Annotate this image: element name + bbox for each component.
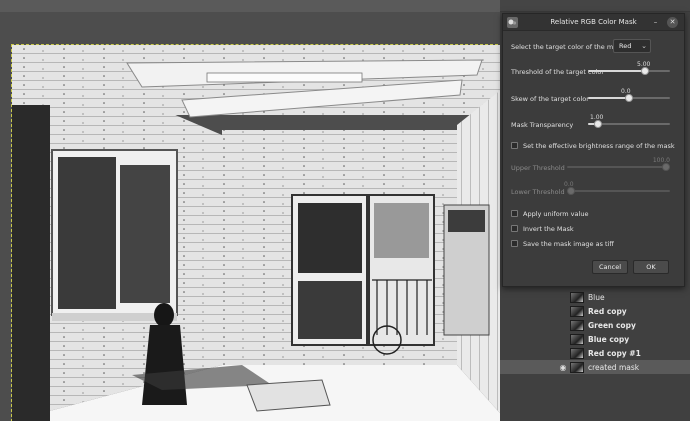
layer-row[interactable]: Blue copy	[500, 332, 690, 346]
lower-threshold-label: Lower Threshold	[511, 188, 565, 196]
layer-name: Green copy	[588, 320, 636, 330]
close-icon[interactable]: ✕	[667, 17, 678, 28]
layer-name: created mask	[588, 362, 640, 372]
save-tiff-label: Save the mask image as tiff	[523, 240, 614, 248]
layer-thumbnail	[570, 319, 584, 331]
canvas-area[interactable]	[0, 12, 508, 421]
eye-icon[interactable]: ◉	[556, 363, 570, 372]
layer-row[interactable]: Red copy	[500, 304, 690, 318]
skew-slider[interactable]: 0.0	[588, 88, 670, 102]
layer-name: Red copy	[588, 306, 627, 316]
invert-mask-checkbox[interactable]	[511, 225, 518, 232]
threshold-slider-handle[interactable]	[641, 67, 649, 75]
dialog-titlebar[interactable]: Relative RGB Color Mask – ✕	[503, 14, 684, 31]
layer-row[interactable]: ◉ created mask	[500, 360, 690, 374]
layer-name: Blue	[588, 292, 605, 302]
chevron-down-icon: ⌄	[641, 42, 647, 50]
layer-thumbnail	[570, 305, 584, 317]
room-photo	[12, 45, 507, 421]
invert-mask-label: Invert the Mask	[523, 225, 574, 233]
lower-threshold-handle[interactable]	[567, 187, 575, 195]
lower-threshold-slider[interactable]: 0.0	[564, 181, 670, 195]
layer-thumbnail	[570, 361, 584, 373]
target-color-value: Red	[619, 42, 632, 50]
layer-thumbnail	[570, 291, 584, 303]
relative-rgb-color-mask-dialog: Relative RGB Color Mask – ✕ Select the t…	[502, 13, 685, 287]
top-ruler-strip	[0, 0, 690, 12]
layer-thumbnail	[570, 333, 584, 345]
threshold-slider[interactable]: 5.00	[588, 61, 670, 75]
apply-uniform-label: Apply uniform value	[523, 210, 589, 218]
save-tiff-checkbox[interactable]	[511, 240, 518, 247]
transparency-slider-handle[interactable]	[594, 120, 602, 128]
layer-name: Blue copy	[588, 334, 630, 344]
image-canvas[interactable]	[11, 44, 508, 421]
layer-name: Red copy #1	[588, 348, 641, 358]
layer-thumbnail	[570, 347, 584, 359]
skew-label: Skew of the target color	[511, 95, 589, 103]
brightness-range-label: Set the effective brightness range of th…	[523, 142, 675, 150]
layer-row[interactable]: Blue	[500, 290, 690, 304]
ok-button[interactable]: OK	[633, 260, 669, 274]
target-color-label: Select the target color of the mask:	[511, 43, 627, 51]
upper-threshold-slider[interactable]: 100.0	[567, 157, 670, 171]
brightness-range-checkbox[interactable]	[511, 142, 518, 149]
layer-row[interactable]: Green copy	[500, 318, 690, 332]
transparency-slider[interactable]: 1.00	[588, 114, 670, 128]
transparency-label: Mask Transparency	[511, 121, 574, 129]
skew-slider-handle[interactable]	[625, 94, 633, 102]
apply-uniform-checkbox[interactable]	[511, 210, 518, 217]
upper-threshold-handle[interactable]	[662, 163, 670, 171]
layer-row[interactable]: Red copy #1	[500, 346, 690, 360]
horizontal-ruler	[0, 0, 500, 12]
minimize-icon[interactable]: –	[650, 17, 661, 28]
upper-threshold-label: Upper Threshold	[511, 164, 565, 172]
cancel-button[interactable]: Cancel	[592, 260, 628, 274]
target-color-select[interactable]: Red ⌄	[613, 39, 651, 53]
